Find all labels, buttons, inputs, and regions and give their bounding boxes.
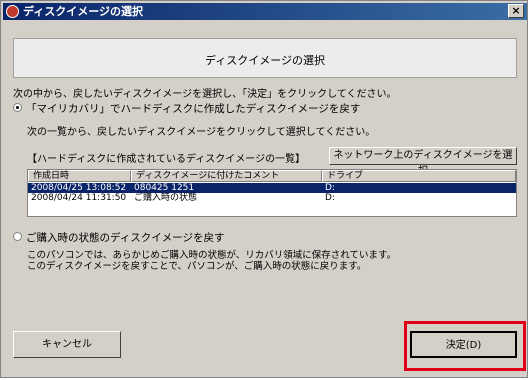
header-panel: ディスクイメージの選択 [13,38,517,78]
row-date: 2008/04/24 11:31:50 [31,193,127,203]
row-comment: ご購入時の状態 [134,193,198,203]
window-title: ディスクイメージの選択 [23,5,144,18]
table-row[interactable]: 2008/04/24 11:31:50 ご購入時の状態 D: [28,193,516,203]
row-date: 2008/04/25 13:08:52 [31,183,127,193]
close-icon[interactable]: × [508,4,524,18]
instruction-text: 次の中から、戻したいディスクイメージを選択し、「決定」をクリックしてください。 [13,89,397,100]
column-header-drive[interactable]: ドライブ [322,170,516,182]
myrecovery-sub-text: 次の一覧から、戻したいディスクイメージをクリックして選択してください。 [27,127,376,138]
title-bar[interactable]: ディスクイメージの選択 × [3,3,527,20]
table-row[interactable]: 2008/04/25 13:08:52 080425 1251 D: [28,183,516,193]
network-image-button[interactable]: ネットワーク上のディスクイメージを選択 [329,147,517,177]
cancel-button[interactable]: キャンセル [13,331,121,358]
cancel-button-label: キャンセル [42,339,92,350]
radio-factory[interactable] [13,232,22,241]
dialog-window: ディスクイメージの選択 × ディスクイメージの選択 次の中から、戻したいディスク… [0,0,528,378]
highlight-frame [404,321,526,371]
column-header-date[interactable]: 作成日時 [28,170,131,182]
page-title: ディスクイメージの選択 [204,54,325,67]
list-header: 作成日時 ディスクイメージに付けたコメント ドライブ [28,170,516,182]
column-header-comment[interactable]: ディスクイメージに付けたコメント [131,170,322,182]
factory-desc-line2: このディスクイメージを戻すことで、パソコンが、ご購入時の状態に戻ります。 [27,261,367,272]
row-drive: D: [325,183,335,193]
disk-image-list[interactable]: 作成日時 ディスクイメージに付けたコメント ドライブ 2008/04/25 13… [27,169,517,217]
row-comment: 080425 1251 [134,183,195,193]
radio-factory-label[interactable]: ご購入時の状態のディスクイメージを戻す [26,230,225,245]
row-drive: D: [325,193,335,203]
radio-myrecovery[interactable] [13,103,22,112]
image-list-title: 【ハードディスクに作成されているディスクイメージの一覧】 [27,154,306,165]
app-icon [6,5,19,18]
radio-myrecovery-label[interactable]: 「マイリカバリ」でハードディスクに作成したディスクイメージを戻す [26,101,360,116]
